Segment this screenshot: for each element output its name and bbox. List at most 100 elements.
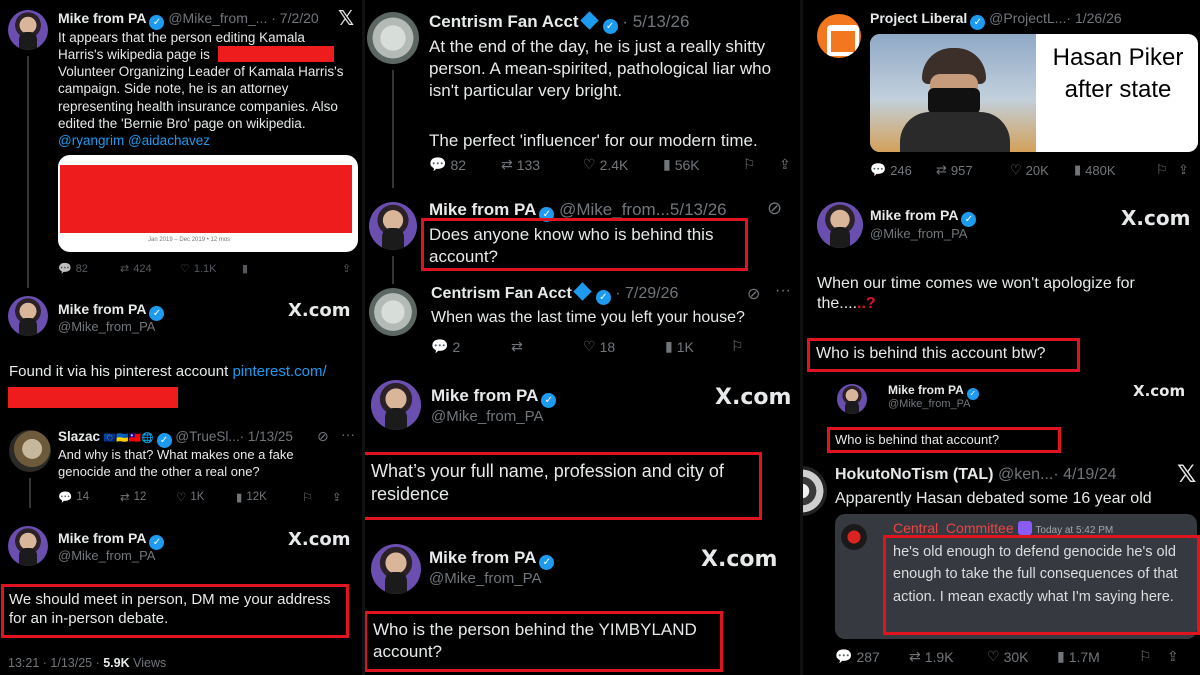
share-button[interactable]: ⇪ [342, 262, 351, 275]
tweet-date[interactable]: 5/13/26 [670, 200, 727, 219]
author-handle[interactable]: @Mike_from_PA [888, 398, 970, 410]
mentions-link[interactable]: @ryangrim @aidachavez [58, 132, 210, 149]
author-name[interactable]: Mike from PA [429, 548, 536, 567]
repost-icon: ⇄ [936, 162, 947, 177]
author-handle[interactable]: @Mike_from_PA [58, 319, 155, 334]
reply-button[interactable]: 💬 2 [431, 338, 511, 355]
tweet-date[interactable]: · 7/2/20 [271, 10, 318, 26]
repost-button[interactable]: ⇄ 133 [501, 156, 583, 173]
like-button[interactable]: ♡ 1.1K [180, 262, 242, 276]
avatar[interactable] [8, 526, 48, 566]
bookmark-button[interactable]: ⚐ [1139, 648, 1167, 665]
like-button[interactable]: ♡ 20K [1010, 162, 1074, 178]
avatar[interactable] [817, 202, 863, 248]
avatar[interactable] [9, 430, 51, 472]
like-button[interactable]: ♡ 18 [583, 338, 665, 355]
views-button[interactable]: ▮ 56K [663, 156, 743, 173]
author-name[interactable]: Mike from PA [58, 10, 146, 26]
tweet-date[interactable]: · 5/13/26 [622, 12, 689, 31]
author-name[interactable]: Slazac [58, 429, 100, 444]
avatar[interactable] [817, 14, 861, 58]
avatar[interactable] [8, 10, 48, 50]
tweet-text: When was the last time you left your hou… [431, 309, 745, 326]
reply-button[interactable]: 💬 246 [870, 162, 936, 178]
tweet-text: Does anyone know who is behind this acco… [429, 225, 714, 266]
like-button[interactable]: ♡ 2.4K [583, 156, 663, 173]
views-button[interactable]: ▮ 480K [1074, 162, 1156, 178]
tweet-timestamp[interactable]: 13:21 · 1/13/25 · [8, 656, 100, 670]
avatar[interactable] [837, 384, 867, 414]
repost-icon: ⇄ [120, 492, 130, 504]
author-name[interactable]: Mike from PA [431, 386, 538, 405]
tweet-date[interactable]: · 1/13/25 [240, 429, 293, 444]
more-options-icon[interactable]: ··· [341, 426, 355, 442]
repost-button[interactable]: ⇄ 424 [120, 262, 180, 276]
more-options-icon[interactable]: ··· [775, 282, 791, 300]
heart-icon: ♡ [1010, 162, 1022, 177]
avatar[interactable] [369, 202, 417, 250]
views-button[interactable]: ▮ 12K [236, 490, 302, 504]
repost-button[interactable]: ⇄ [511, 338, 583, 355]
author-name[interactable]: Centrism Fan Acct [431, 285, 572, 302]
like-button[interactable]: ♡ 30K [987, 648, 1057, 665]
views-button[interactable]: ▮ 1K [665, 338, 731, 355]
like-button[interactable]: ♡ 1K [176, 490, 236, 504]
author-name[interactable]: Mike from PA [870, 207, 958, 223]
grok-icon[interactable]: ⊘ [767, 198, 782, 219]
avatar[interactable] [8, 296, 48, 336]
tweet-date[interactable]: · 1/26/26 [1066, 10, 1121, 26]
tweet-date[interactable]: · 7/29/26 [615, 285, 678, 302]
share-button[interactable]: ⇪ [332, 490, 342, 504]
bookmark-button[interactable]: ⚐ [1156, 162, 1178, 178]
tweet-text: At the end of the day, he is just a real… [429, 37, 772, 100]
avatar[interactable] [371, 544, 421, 594]
bookmark-button[interactable]: ⚐ [302, 490, 332, 504]
views-button[interactable]: ▮ 1.7M [1057, 648, 1139, 665]
share-button[interactable]: ⇪ [1178, 162, 1189, 178]
repost-button[interactable]: ⇄ 12 [120, 490, 176, 504]
bookmark-button[interactable]: ⚐ [731, 338, 744, 355]
share-button[interactable]: ⇪ [1167, 648, 1179, 665]
tweet-text-continued: Volunteer Organizing Leader of Kamala Ha… [58, 64, 344, 131]
author-name[interactable]: Mike from PA [58, 301, 146, 317]
reply-button[interactable]: 💬 82 [429, 156, 501, 173]
author-name[interactable]: Centrism Fan Acct [429, 12, 579, 31]
author-handle[interactable]: @ken... [998, 466, 1053, 483]
author-handle[interactable]: @Mike_from_PA [431, 408, 543, 425]
embedded-chart-card[interactable]: Jan 2019 – Dec 2019 • 12 mos [58, 155, 358, 252]
grok-icon[interactable]: ⊘ [747, 284, 760, 304]
views-button[interactable]: ▮ [242, 262, 342, 275]
author-handle[interactable]: @TrueSl... [175, 429, 239, 444]
reply-button[interactable]: 💬 287 [835, 648, 909, 665]
tweet-text: We should meet in person, DM me your add… [9, 591, 331, 628]
author-name[interactable]: Mike from PA [58, 530, 146, 546]
verified-badge-icon: ✓ [149, 15, 165, 30]
reply-icon: 💬 [58, 263, 72, 275]
avatar[interactable] [371, 380, 421, 430]
avatar[interactable] [369, 288, 417, 336]
reply-button[interactable]: 💬 82 [58, 262, 120, 276]
author-name[interactable]: Mike from PA [888, 383, 964, 397]
repost-button[interactable]: ⇄ 957 [936, 162, 1010, 178]
verified-badge-icon: ✓ [595, 290, 611, 305]
author-handle[interactable]: @Mike_from_PA [429, 570, 541, 587]
share-button[interactable]: ⇪ [779, 156, 791, 173]
author-handle[interactable]: @Mike_from... [559, 200, 670, 219]
author-handle[interactable]: @Mike_from_... [168, 10, 267, 26]
pinterest-link[interactable]: pinterest.com/ [232, 363, 326, 380]
share-icon: ⇪ [332, 492, 342, 504]
bookmark-button[interactable]: ⚐ [743, 156, 779, 173]
grok-icon[interactable]: ⊘ [317, 428, 329, 445]
author-handle[interactable]: @Mike_from_PA [870, 226, 967, 241]
author-handle[interactable]: @ProjectL... [989, 10, 1066, 26]
reply-button[interactable]: 💬 14 [58, 490, 120, 504]
author-handle[interactable]: @Mike_from_PA [58, 548, 155, 563]
author-name[interactable]: Mike from PA [429, 200, 536, 219]
tweet-date[interactable]: · 4/19/24 [1053, 466, 1116, 483]
author-name[interactable]: HokutoNoTism (TAL) [835, 466, 994, 483]
repost-button[interactable]: ⇄ 1.9K [909, 648, 987, 665]
avatar[interactable] [803, 466, 827, 516]
tweet-image[interactable]: Hasan Piker after state [870, 34, 1198, 152]
author-name[interactable]: Project Liberal [870, 10, 967, 26]
avatar[interactable] [367, 12, 419, 64]
